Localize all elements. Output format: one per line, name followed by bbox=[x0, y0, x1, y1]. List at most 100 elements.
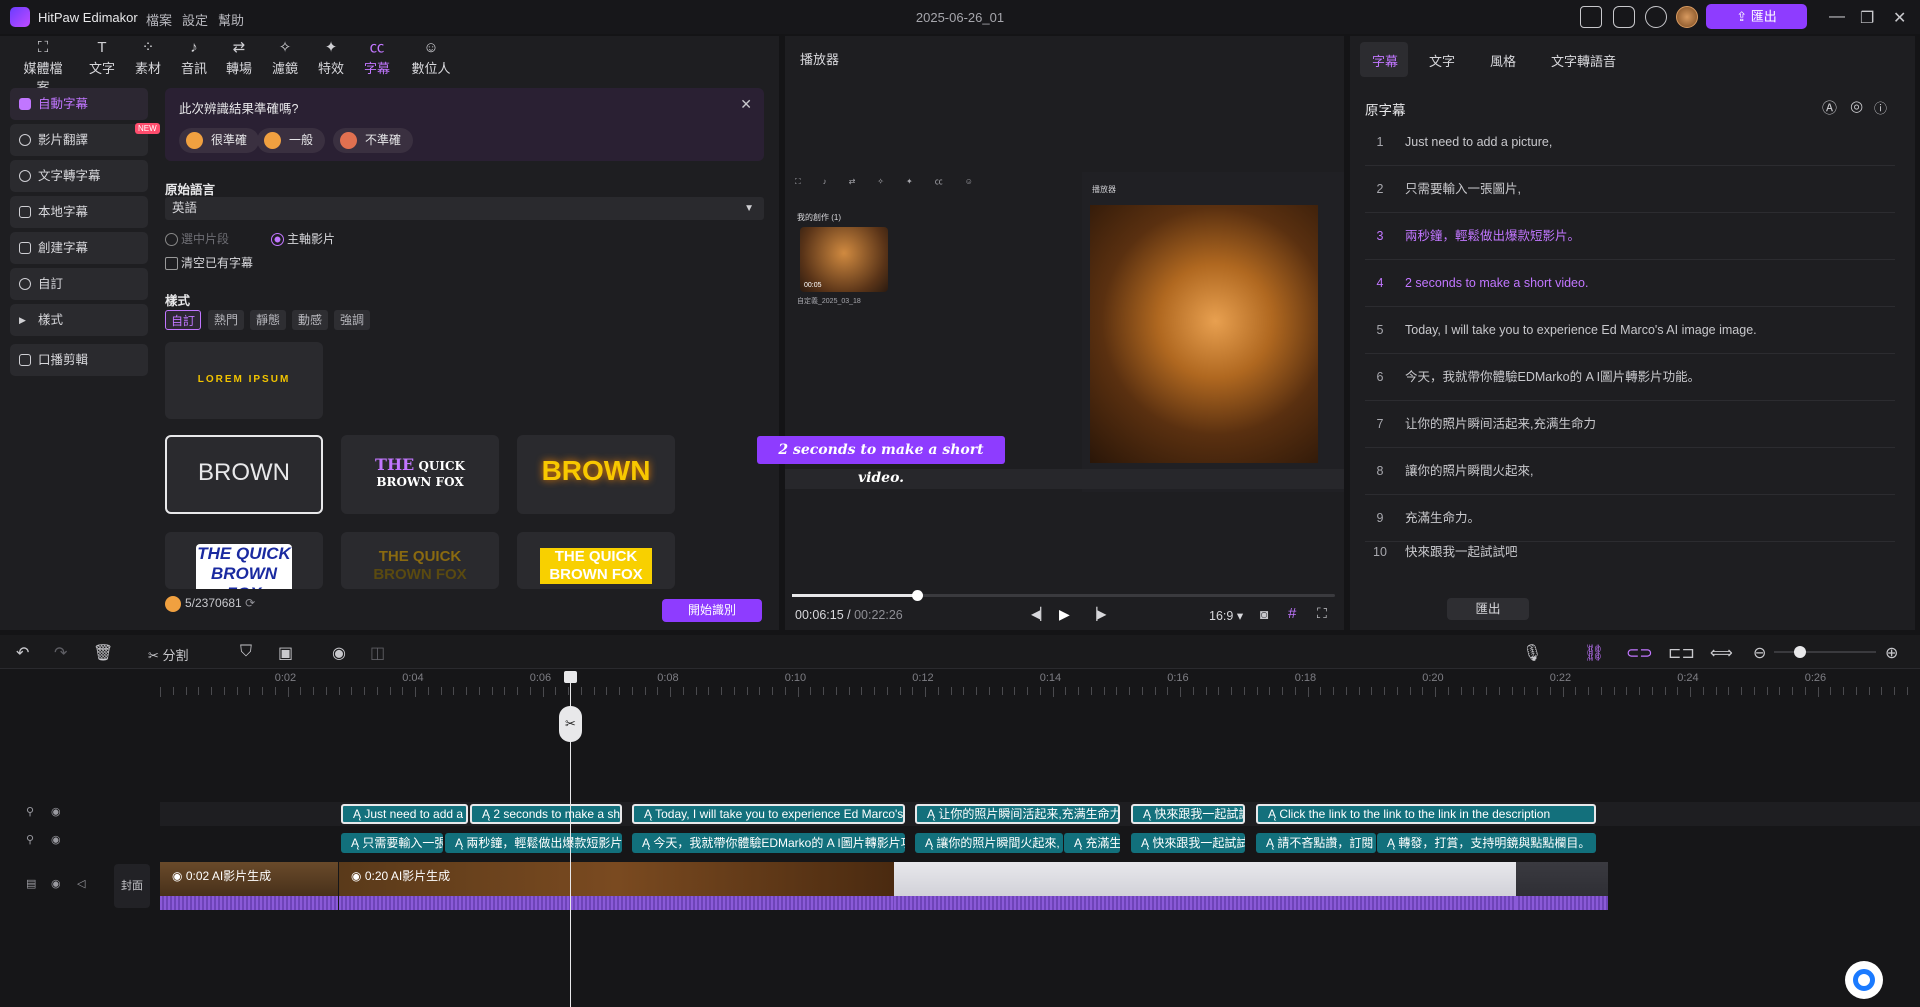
radio-selected-clip[interactable]: 選中片段 bbox=[165, 232, 229, 246]
subtitle-clip[interactable]: Ą 充滿生命力。 bbox=[1064, 833, 1120, 853]
subtitle-export-button[interactable]: 匯出 bbox=[1447, 598, 1529, 620]
fullscreen-icon[interactable]: ⛶ bbox=[1317, 605, 1327, 622]
link-icon[interactable]: ⛓ bbox=[1584, 643, 1604, 663]
tool-media[interactable]: ⛶媒體檔案 bbox=[19, 36, 67, 96]
eye-icon[interactable]: ◉ bbox=[51, 877, 61, 890]
style-card-brown-plain[interactable]: BROWN bbox=[165, 435, 323, 514]
clear-existing-checkbox[interactable]: 清空已有字幕 bbox=[165, 256, 253, 270]
style-tab-emphasis[interactable]: 強調 bbox=[334, 310, 370, 330]
style-card-brown-glow[interactable]: BROWN bbox=[517, 435, 675, 514]
subtitle-overlay[interactable]: 2 seconds to make a short video. bbox=[757, 436, 1005, 486]
download-icon[interactable] bbox=[1645, 6, 1667, 28]
pin-icon[interactable]: ⚲ bbox=[26, 805, 34, 818]
sidebar-item-local-subtitle[interactable]: 本地字幕 bbox=[10, 196, 148, 228]
radio-main-video[interactable]: 主軸影片 bbox=[271, 232, 335, 246]
source-language-select[interactable]: 英語 ▼ bbox=[165, 197, 764, 220]
export-button[interactable]: ⇪ 匯出 bbox=[1706, 4, 1807, 29]
fit-icon[interactable]: ⟺ bbox=[1710, 643, 1733, 663]
start-recognition-button[interactable]: 開始識別 bbox=[662, 599, 762, 622]
tab-style[interactable]: 風格 bbox=[1490, 51, 1516, 70]
translate-toggle-icon[interactable]: Ⓐ bbox=[1822, 97, 1837, 118]
subtitle-clip[interactable]: Ą 轉發，打賞，支持明鏡與點點欄目。 bbox=[1377, 833, 1596, 853]
play-icon[interactable]: ▶ bbox=[1059, 606, 1070, 623]
tool-effects[interactable]: ✦ 特效 bbox=[308, 36, 354, 78]
microphone-icon[interactable]: 🎙 bbox=[1522, 643, 1542, 663]
cover-button[interactable]: 封面 bbox=[114, 864, 150, 908]
subtitle-line[interactable]: 5 Today, I will take you to experience Ed… bbox=[1365, 307, 1895, 354]
delete-icon[interactable]: 🗑 bbox=[93, 643, 113, 663]
tool-audio[interactable]: ♪ 音訊 bbox=[171, 36, 217, 78]
sidebar-item-custom[interactable]: 自訂 bbox=[10, 268, 148, 300]
menu-file[interactable]: 檔案 bbox=[146, 10, 172, 29]
zoom-knob[interactable] bbox=[1794, 646, 1806, 658]
close-icon[interactable]: ✕ bbox=[1893, 8, 1906, 28]
aspect-ratio-select[interactable]: 16:9 ▾ bbox=[1209, 608, 1243, 623]
zoom-in-icon[interactable]: ⊕ bbox=[1885, 643, 1898, 663]
style-tab-dynamic[interactable]: 動感 bbox=[292, 310, 328, 330]
scissors-icon[interactable]: ✂ bbox=[559, 706, 582, 742]
tool-elements[interactable]: ⁘ 素材 bbox=[125, 36, 171, 78]
speaker-icon[interactable]: ◁ bbox=[77, 877, 85, 890]
refresh-icon[interactable]: ⟳ bbox=[245, 596, 255, 610]
playhead[interactable]: ✂ bbox=[559, 671, 582, 1007]
feedback-accurate-button[interactable]: 很準確 bbox=[179, 128, 260, 153]
layout-icon[interactable] bbox=[1580, 6, 1602, 28]
style-card-quick-fox-italic[interactable]: THE QUICKBROWN FOX bbox=[165, 532, 323, 589]
style-tab-static[interactable]: 靜態 bbox=[250, 310, 286, 330]
sidebar-item-text-to-subtitle[interactable]: 文字轉字幕 bbox=[10, 160, 148, 192]
subtitle-line[interactable]: 7 让你的照片瞬间活起来,充满生命力 bbox=[1365, 401, 1895, 448]
subtitle-clip[interactable]: Ą 2 seconds to make a short video. bbox=[470, 804, 622, 824]
eye-icon[interactable]: ◉ bbox=[51, 805, 61, 818]
feedback-average-button[interactable]: 一般 bbox=[257, 128, 326, 153]
style-card-quick-fox[interactable]: THE QUICK BROWN FOX bbox=[341, 435, 499, 514]
subtitle-clip[interactable]: Ą 快來跟我一起試試吧 bbox=[1131, 804, 1245, 824]
snapshot-icon[interactable]: ◙ bbox=[1260, 606, 1268, 622]
subtitle-clip[interactable]: Ą 讓你的照片瞬間火起來, bbox=[915, 833, 1063, 853]
sidebar-item-auto-subtitle[interactable]: 自動字幕 bbox=[10, 88, 148, 120]
progress-knob[interactable] bbox=[911, 590, 923, 601]
zoom-slider[interactable] bbox=[1774, 646, 1876, 658]
next-frame-icon[interactable]: ▕▶ bbox=[1088, 607, 1106, 621]
tab-text[interactable]: 文字 bbox=[1429, 51, 1455, 70]
prev-frame-icon[interactable]: ◀▏ bbox=[1031, 607, 1049, 621]
tool-filter[interactable]: ✧ 濾鏡 bbox=[262, 36, 308, 78]
subtitle-clip[interactable]: Ą 只需要輸入一張圖片, bbox=[341, 833, 443, 853]
crop-icon[interactable]: ◫ bbox=[370, 643, 385, 663]
subtitle-clip[interactable]: Ą Today, I will take you to experience E… bbox=[632, 804, 905, 824]
tab-tts[interactable]: 文字轉語音 bbox=[1551, 51, 1616, 70]
menu-help[interactable]: 幫助 bbox=[218, 10, 244, 29]
sidebar-item-video-translate[interactable]: 影片翻譯 NEW bbox=[10, 123, 160, 156]
subtitle-line[interactable]: 9 充滿生命力。 bbox=[1365, 495, 1895, 542]
tool-transition[interactable]: ⇄ 轉場 bbox=[216, 36, 262, 78]
magnet-icon[interactable]: ⊂⊃ bbox=[1626, 643, 1653, 663]
playhead-handle[interactable] bbox=[564, 671, 577, 683]
subtitle-line[interactable]: 6 今天，我就帶你體驗EDMarko的 A I圖片轉影片功能。 bbox=[1365, 354, 1895, 401]
settings-icon[interactable]: ◎ bbox=[1850, 97, 1863, 115]
menu-settings[interactable]: 設定 bbox=[182, 10, 208, 29]
sidebar-item-speech-edit[interactable]: 口播剪輯 bbox=[10, 344, 148, 376]
subtitle-line[interactable]: 8 讓你的照片瞬間火起來, bbox=[1365, 448, 1895, 495]
marker-icon[interactable]: ⛉ bbox=[240, 643, 252, 661]
text-box-icon[interactable]: ▣ bbox=[278, 643, 293, 663]
tool-avatar[interactable]: ☺ 數位人 bbox=[405, 36, 457, 78]
speed-icon[interactable]: ◉ bbox=[332, 643, 346, 663]
redo-icon[interactable]: ↷ bbox=[54, 643, 67, 663]
style-tab-popular[interactable]: 熱門 bbox=[208, 310, 244, 330]
subtitle-line-active[interactable]: 3 兩秒鐘，輕鬆做出爆款短影片。 bbox=[1365, 213, 1895, 260]
playback-progress[interactable] bbox=[792, 590, 1335, 601]
lock-icon[interactable]: ▤ bbox=[26, 877, 36, 890]
feedback-icon[interactable] bbox=[1613, 6, 1635, 28]
tool-text[interactable]: T 文字 bbox=[79, 36, 125, 78]
split-track-icon[interactable]: ⊏⊐ bbox=[1668, 643, 1695, 663]
tab-subtitle[interactable]: 字幕 bbox=[1372, 51, 1398, 70]
close-icon[interactable]: ✕ bbox=[740, 96, 752, 113]
subtitle-clip[interactable]: Ą 快來跟我一起試試吧 bbox=[1131, 833, 1245, 853]
style-tab-custom[interactable]: 自訂 bbox=[165, 310, 201, 330]
video-clip[interactable] bbox=[894, 862, 1516, 910]
split-button[interactable]: ✂ 分割 bbox=[148, 645, 189, 664]
video-clip[interactable] bbox=[1516, 862, 1608, 910]
feedback-inaccurate-button[interactable]: 不準確 bbox=[333, 128, 414, 153]
style-card-lorem[interactable]: LOREM IPSUM bbox=[165, 342, 323, 419]
zoom-out-icon[interactable]: ⊖ bbox=[1753, 643, 1766, 663]
style-card-quick-fox-yellow[interactable]: THE QUICK BROWN FOX bbox=[517, 532, 675, 589]
